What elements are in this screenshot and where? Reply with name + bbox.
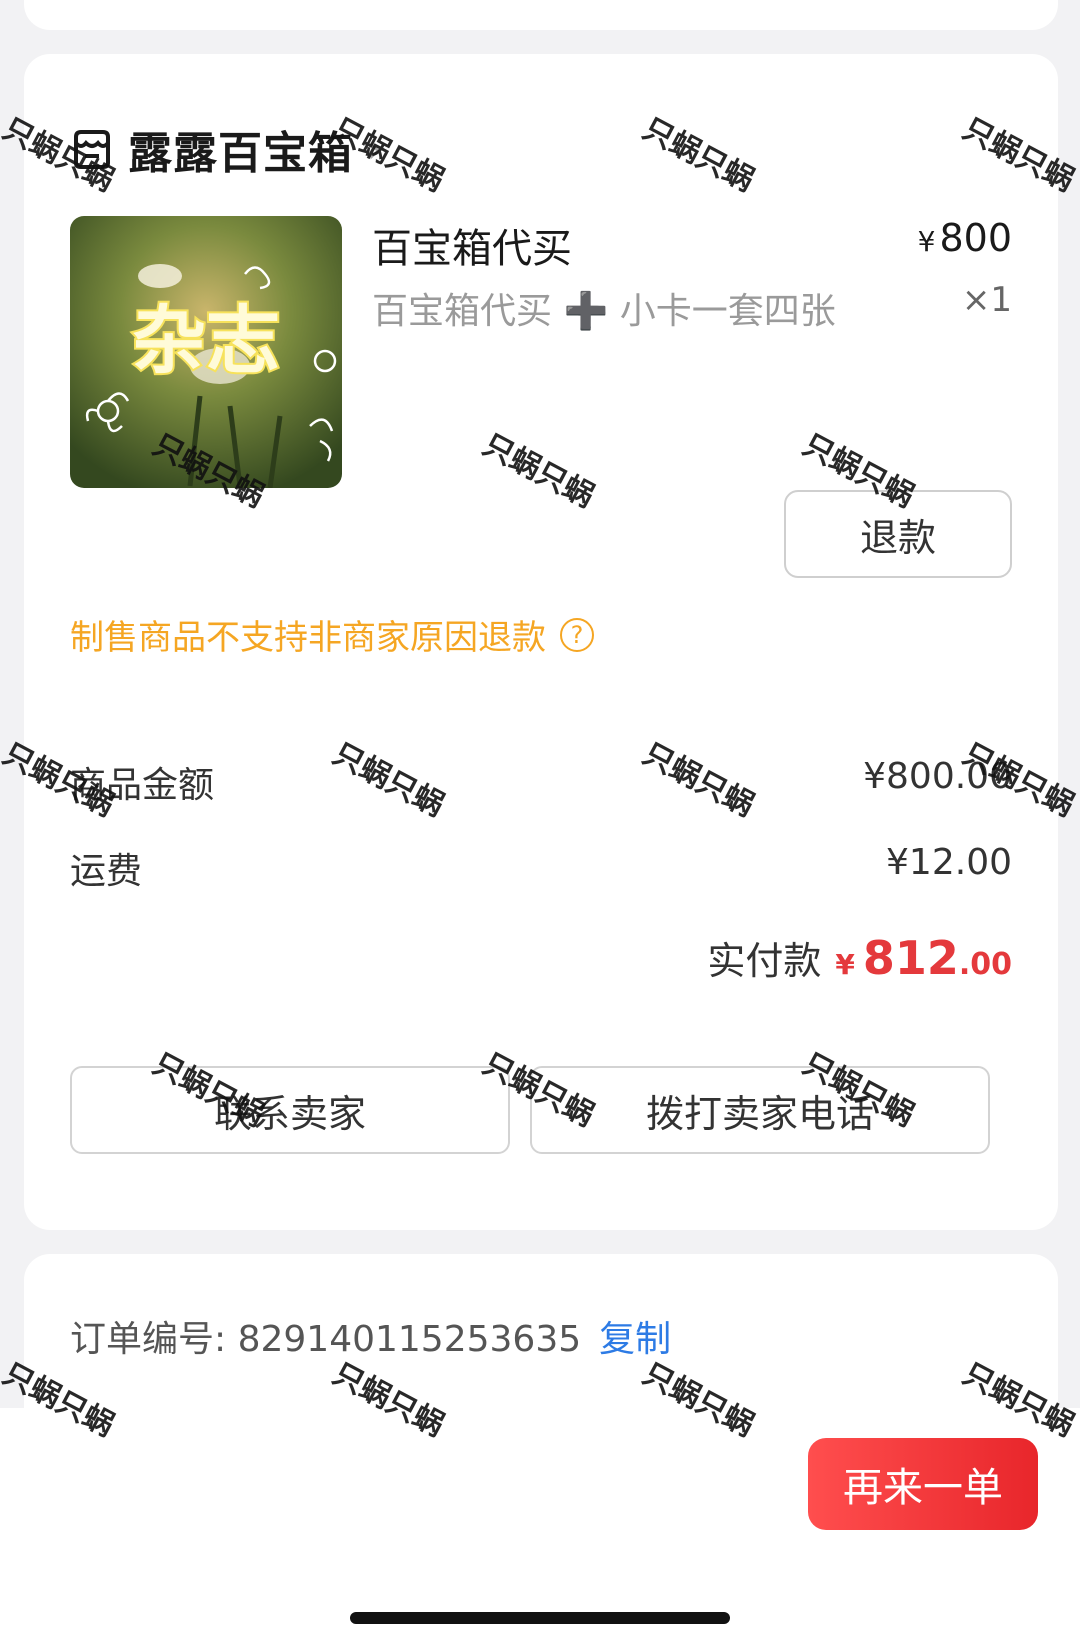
reorder-button[interactable]: 再来一单: [808, 1438, 1038, 1530]
shipping-row: 运费 ¥12.00: [70, 842, 1012, 894]
shipping-label: 运费: [70, 851, 143, 892]
product-thumbnail[interactable]: 杂志: [70, 216, 342, 488]
shop-icon: [74, 130, 110, 169]
order-number: 订单编号: 829140115253635: [70, 1319, 582, 1360]
shop-header[interactable]: 露露百宝箱 ›: [70, 114, 382, 184]
chevron-right-icon: ›: [367, 127, 383, 171]
order-number-row: 订单编号: 829140115253635 复制: [70, 1310, 671, 1362]
refund-notice: 制售商品不支持非商家原因退款 ?: [70, 610, 594, 659]
goods-amount-label: 商品金额: [70, 765, 215, 806]
copy-order-link[interactable]: 复制: [599, 1310, 671, 1362]
item-spec: 百宝箱代买 ➕ 小卡一套四张: [372, 291, 836, 332]
bottom-action-bar: 再来一单: [0, 1408, 1080, 1646]
refund-notice-text: 制售商品不支持非商家原因退款: [70, 618, 546, 658]
call-seller-button[interactable]: 拨打卖家电话: [530, 1066, 990, 1154]
item-title[interactable]: 百宝箱代买: [372, 216, 572, 274]
goods-amount-row: 商品金额 ¥800.00: [70, 756, 1012, 808]
paid-integer: 812: [862, 931, 959, 985]
shop-name: 露露百宝箱: [128, 128, 353, 179]
paid-label: 实付款: [707, 939, 822, 983]
home-indicator: [350, 1612, 730, 1624]
paid-currency: ¥: [835, 948, 855, 981]
item-price: ¥800: [918, 216, 1012, 260]
currency-symbol: ¥: [917, 225, 936, 258]
contact-seller-button[interactable]: 联系卖家: [70, 1066, 510, 1154]
thumbnail-text: 杂志: [132, 298, 280, 384]
goods-amount-value: ¥800.00: [863, 756, 1012, 797]
refund-button[interactable]: 退款: [784, 490, 1012, 578]
paid-decimal: .00: [958, 947, 1012, 982]
item-price-value: 800: [939, 216, 1012, 260]
order-item-card: 露露百宝箱 › 杂志 百宝箱代买 百宝箱代买 ➕ 小卡一套四张 ¥ 800 ×1…: [24, 54, 1058, 1230]
help-icon[interactable]: ?: [560, 617, 594, 652]
item-quantity: ×1: [961, 280, 1012, 320]
shipping-value: ¥12.00: [886, 842, 1012, 883]
paid-amount: 实付款 ¥ 812 .00: [707, 930, 1012, 985]
previous-card: [24, 0, 1058, 30]
